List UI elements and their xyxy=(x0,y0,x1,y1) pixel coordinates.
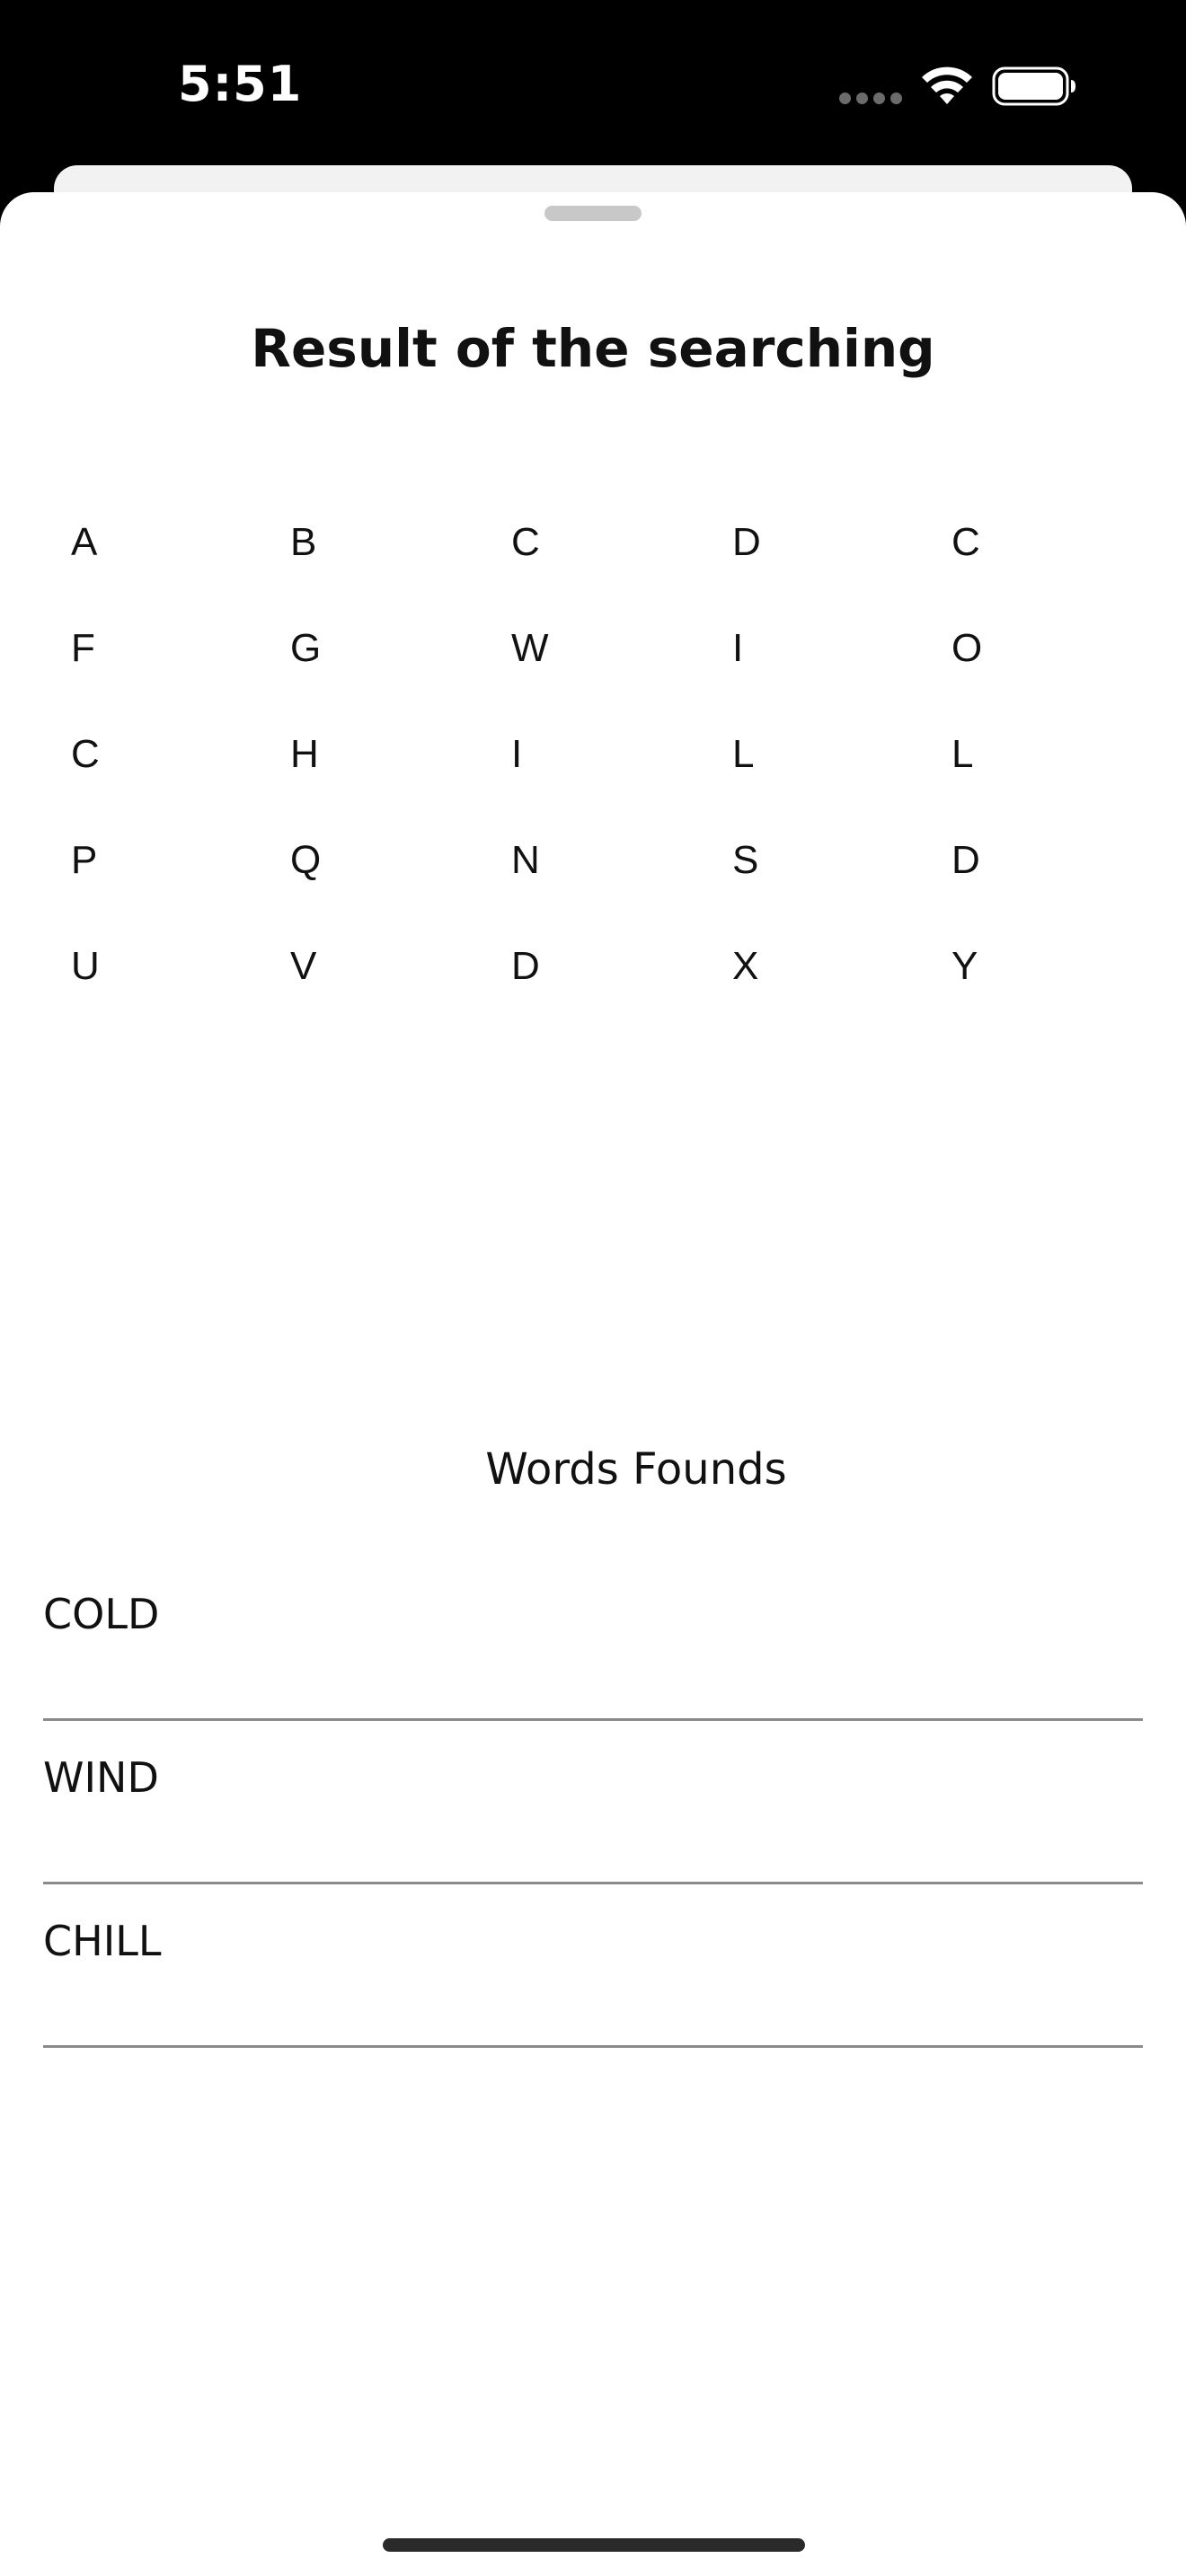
grid-cell: W xyxy=(511,626,549,670)
words-found-heading: Words Founds xyxy=(485,1444,787,1495)
grid-cell: G xyxy=(290,626,322,670)
grid-cell: X xyxy=(732,944,759,988)
grid-cell: D xyxy=(951,838,980,882)
status-bar: 5:51 xyxy=(0,0,1186,171)
grid-cell: A xyxy=(71,520,98,564)
status-time: 5:51 xyxy=(178,56,303,112)
cell-signal-dots-icon xyxy=(839,93,902,105)
grid-cell: C xyxy=(71,732,100,776)
grid-cell: C xyxy=(951,520,980,564)
screen: 5:51 Result of the searching A B C D C F… xyxy=(0,0,1186,2576)
wifi-icon xyxy=(922,66,972,104)
letter-grid: A B C D C F G W I O C H I L L P Q N S D … xyxy=(0,192,1186,1270)
list-item: WIND xyxy=(43,1721,1143,1884)
grid-cell: Y xyxy=(951,944,978,988)
list-item: CHILL xyxy=(43,1884,1143,2048)
grid-cell: I xyxy=(511,732,523,776)
grid-cell: N xyxy=(511,838,540,882)
grid-cell: O xyxy=(951,626,983,670)
grid-cell: F xyxy=(71,626,95,670)
grid-cell: Q xyxy=(290,838,322,882)
grid-cell: B xyxy=(290,520,317,564)
grid-cell: S xyxy=(732,838,759,882)
grid-cell: H xyxy=(290,732,319,776)
grid-cell: V xyxy=(290,944,317,988)
battery-icon xyxy=(992,66,1075,106)
grid-cell: L xyxy=(951,732,974,776)
result-sheet: Result of the searching A B C D C F G W … xyxy=(0,192,1186,2576)
word-label: CHILL xyxy=(43,1917,162,1965)
grid-cell: I xyxy=(732,626,744,670)
list-item: COLD xyxy=(43,1557,1143,1721)
grid-cell: D xyxy=(732,520,761,564)
grid-cell: C xyxy=(511,520,540,564)
grid-cell: L xyxy=(732,732,755,776)
home-indicator[interactable] xyxy=(383,2538,805,2552)
grid-cell: D xyxy=(511,944,540,988)
grid-cell: U xyxy=(71,944,100,988)
grid-cell: P xyxy=(71,838,98,882)
word-label: COLD xyxy=(43,1590,160,1638)
word-label: WIND xyxy=(43,1753,159,1802)
